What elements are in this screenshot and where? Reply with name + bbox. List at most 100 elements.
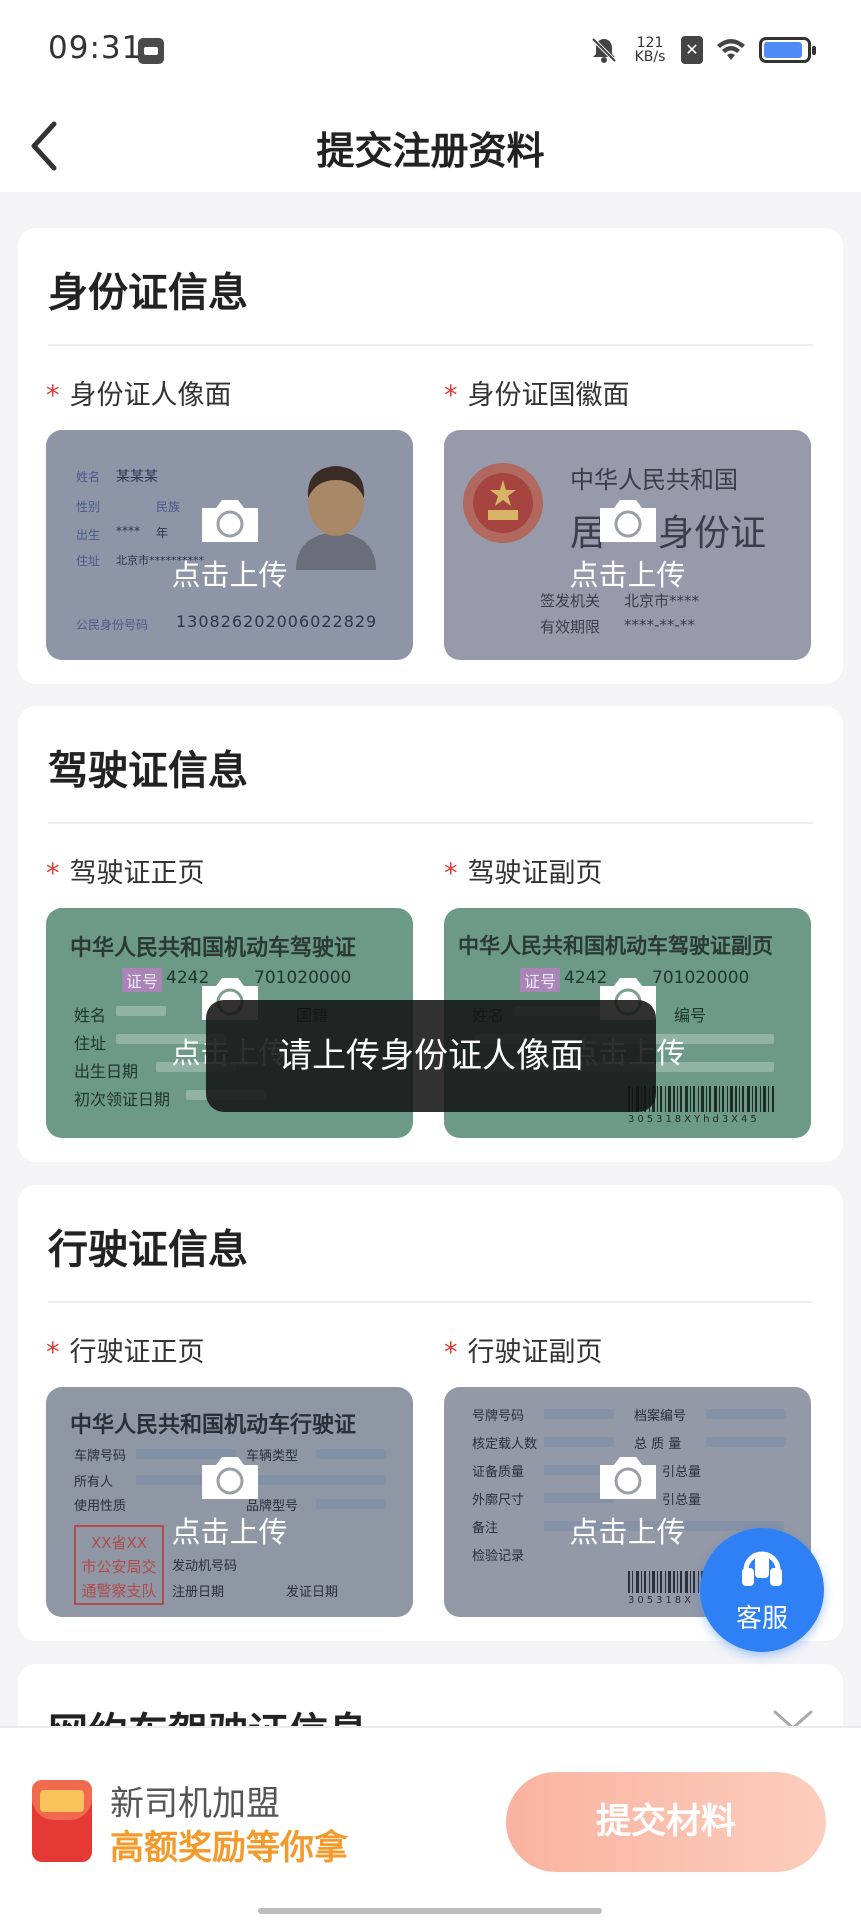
sample-text: 701020000 (652, 968, 750, 988)
toast-text: 请上传身份证人像面 (278, 1036, 584, 1076)
national-emblem-icon (463, 463, 543, 543)
required-mark: * (46, 1337, 60, 1368)
nav-bar: 提交注册资料 (0, 100, 861, 192)
sample-text: 号牌号码 (472, 1409, 525, 1424)
item-label: * 驾驶证正页 (46, 854, 413, 894)
item-label: * 身份证国徽面 (444, 376, 811, 416)
required-mark: * (444, 1337, 458, 1368)
headset-icon (742, 1551, 782, 1586)
sample-text: 身份证 (658, 513, 767, 554)
id-card-front-item: * 身份证人像面 姓名 某某某 性别 民族 出生 **** 年 住址 北京市***… (46, 376, 413, 660)
section-divider (48, 1301, 813, 1303)
required-mark: * (444, 380, 458, 411)
sample-field (116, 1006, 166, 1016)
section-divider (48, 344, 813, 346)
id-card-section: 身份证信息 * 身份证人像面 姓名 某某某 性别 民族 出生 **** 年 住址 … (18, 228, 843, 684)
sample-field (544, 1409, 614, 1419)
id-card-back-item: * 身份证国徽面 中华人民共和国 居 身份证 签发机关 北京市**** 有效期限 … (444, 376, 811, 660)
sample-text: 公民身份号码 (76, 618, 149, 632)
submit-materials-button[interactable]: 提交材料 (506, 1772, 826, 1872)
sample-text: 某某某 (116, 469, 158, 485)
item-label: * 驾驶证副页 (444, 854, 811, 894)
sample-text: 701020000 (254, 968, 352, 988)
sample-text: 核定载人数 (472, 1437, 538, 1452)
section-title-vehicle-license: 行驶证信息 (48, 1227, 248, 1273)
stamp-line: 市公安局交 (81, 1558, 157, 1576)
sim-card-icon: ✕ (681, 36, 703, 64)
section-title-id-card: 身份证信息 (48, 270, 248, 316)
sample-badge: 证号 (520, 968, 561, 992)
item-label: * 行驶证副页 (444, 1333, 811, 1373)
status-bar: 09:31 121 KB/s ✕ (0, 0, 861, 100)
barcode-number: 305318XYhd3X45 (628, 1114, 760, 1125)
camera-icon (202, 1457, 258, 1499)
sample-text: 民族 (156, 500, 181, 514)
status-time: 09:31 (48, 30, 143, 66)
id-card-back-upload[interactable]: 中华人民共和国 居 身份证 签发机关 北京市**** 有效期限 ****-**-… (444, 430, 811, 660)
sample-text: 发证日期 (286, 1585, 339, 1600)
sample-text: 所有人 (74, 1475, 114, 1490)
sample-text: 中华人民共和国机动车驾驶证副页 (458, 934, 773, 958)
status-icons: 121 KB/s ✕ (589, 30, 816, 70)
sample-text: 姓名 (74, 1006, 107, 1025)
sample-text: 中华人民共和国 (570, 466, 738, 494)
wifi-icon (717, 39, 745, 60)
id-card-front-upload[interactable]: 姓名 某某某 性别 民族 出生 **** 年 住址 北京市********** … (46, 430, 413, 660)
sample-text: 档案编号 (634, 1409, 687, 1424)
section-title-driver-license: 驾驶证信息 (48, 748, 248, 794)
item-label-text: 身份证人像面 (69, 380, 232, 411)
sample-text: 注册日期 (172, 1585, 225, 1600)
customer-service-button[interactable]: 客服 (700, 1528, 824, 1652)
customer-service-label: 客服 (735, 1604, 788, 1634)
item-label-text: 身份证国徽面 (467, 380, 630, 411)
sample-text: 总 质 量 (634, 1437, 682, 1452)
submit-button-label: 提交材料 (595, 1802, 736, 1841)
camera-icon (600, 500, 656, 542)
sample-text: 车牌号码 (74, 1449, 127, 1464)
sample-text: ****-**-** (624, 616, 695, 634)
mute-bell-icon (591, 37, 617, 63)
required-mark: * (46, 858, 60, 889)
sample-field (706, 1409, 786, 1419)
sample-text: 引总量 (662, 1493, 702, 1508)
sample-field (544, 1437, 614, 1447)
calendar-notification-icon (138, 38, 164, 64)
vehicle-license-back-item: * 行驶证副页 号牌号码 档案编号 核定载人数 总 质 量 证备质量 引总量 外廓… (444, 1333, 811, 1617)
camera-icon (202, 500, 258, 542)
upload-label: 点击上传 (171, 558, 288, 592)
required-mark: * (444, 858, 458, 889)
sample-text: 引总量 (662, 1465, 702, 1480)
toast-message: 请上传身份证人像面 (206, 1000, 656, 1112)
vehicle-license-front-upload[interactable]: 中华人民共和国机动车行驶证 车牌号码 车辆类型 所有人 使用性质 品牌型号 发动… (46, 1387, 413, 1617)
sample-text: 外廓尺寸 (472, 1493, 525, 1508)
battery-icon (759, 37, 816, 63)
page-title: 提交注册资料 (316, 129, 545, 173)
item-label: * 行驶证正页 (46, 1333, 413, 1373)
sample-text: 出生 (76, 528, 101, 542)
network-speed-value: 121 (636, 35, 664, 51)
section-divider (48, 822, 813, 824)
item-label-text: 驾驶证正页 (69, 858, 205, 889)
promo-subtitle: 高额奖励等你拿 (110, 1828, 348, 1868)
driver-license-back-item: * 驾驶证副页 中华人民共和国机动车驾驶证副页 证号 4242 701020000… (444, 854, 811, 1138)
sample-text: 编号 (674, 1006, 707, 1025)
sample-text: 发动机号码 (172, 1559, 238, 1574)
sample-text: 姓名 (76, 470, 101, 484)
sample-field (706, 1437, 786, 1447)
sample-text: 中华人民共和国机动车行驶证 (70, 1413, 357, 1438)
home-indicator[interactable] (258, 1908, 602, 1914)
driver-license-front-item: * 驾驶证正页 中华人民共和国机动车驾驶证 证号 4242 701020000 姓… (46, 854, 413, 1138)
sample-text: 中华人民共和国机动车驾驶证 (70, 936, 357, 961)
network-speed-unit: KB/s (634, 49, 666, 65)
sample-text: 130826202006022829 (176, 612, 378, 631)
promo-title: 新司机加盟 (110, 1784, 280, 1824)
red-packet-icon (32, 1780, 92, 1862)
battery-level (764, 42, 802, 58)
vehicle-license-front-item: * 行驶证正页 中华人民共和国机动车行驶证 车牌号码 车辆类型 所有人 使用性质 … (46, 1333, 413, 1617)
sample-badge: 证号 (122, 968, 163, 992)
camera-icon (600, 1457, 656, 1499)
stamp-line: 通警察支队 (81, 1582, 157, 1600)
sample-text: 证备质量 (472, 1465, 525, 1480)
sample-text: 年 (156, 526, 169, 540)
sample-field (316, 1499, 386, 1509)
